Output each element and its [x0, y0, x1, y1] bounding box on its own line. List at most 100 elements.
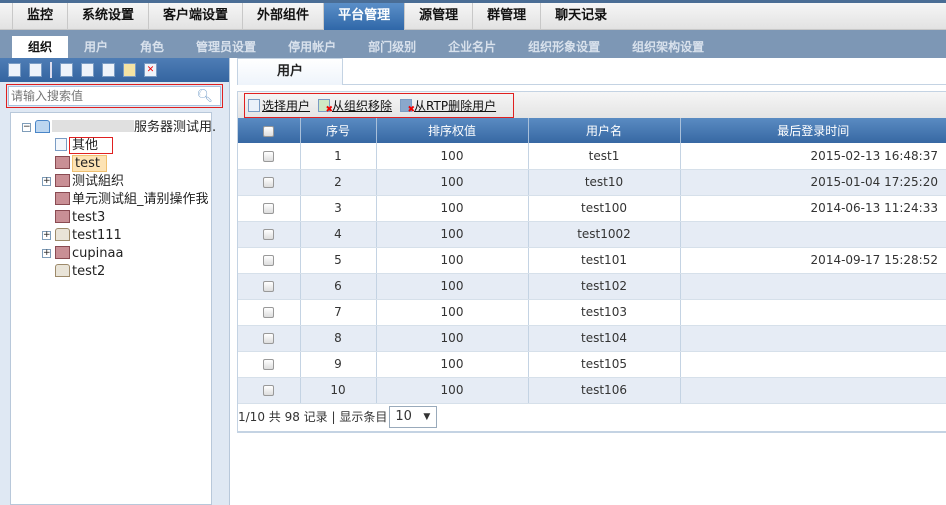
sub-nav-item[interactable]: 角色 [124, 36, 180, 58]
tree-node[interactable]: − 服务器测试用. [11, 119, 216, 137]
row-select-cell [238, 377, 301, 404]
tree-node[interactable]: + 测试組织 [11, 173, 211, 191]
row-index: 1 [300, 143, 377, 170]
expand-icon[interactable]: + [42, 249, 51, 258]
sub-nav: 组织 用户 角色 管理员设置 停用帐户 部门级别 企业名片 组织形象设置 组织架构设置 [0, 30, 946, 58]
remove-from-org-label: 从组织移除 [332, 99, 393, 113]
expand-icon[interactable]: + [42, 231, 51, 240]
tree-node[interactable]: test [11, 155, 211, 173]
tree-node[interactable]: test3 [11, 209, 211, 227]
row-select-cell [238, 169, 301, 196]
select-icon[interactable] [60, 63, 73, 77]
sub-nav-item[interactable]: 企业名片 [432, 36, 512, 58]
select-all-header [238, 118, 301, 143]
sub-nav-item[interactable]: 组织形象设置 [512, 36, 616, 58]
row-index: 2 [300, 169, 377, 196]
collapse-all-icon[interactable] [29, 63, 42, 77]
select-all-checkbox[interactable] [263, 125, 275, 137]
column-header[interactable]: 最后登录时间 [680, 118, 946, 143]
user-panel: 用户 选择用户 ✖ 从组织移除 ✖ 从RTP删除用户 序号 排序权值 用户名 最后登… [237, 58, 946, 433]
row-index: 4 [300, 221, 377, 248]
row-index: 9 [300, 351, 377, 378]
home-icon [55, 264, 70, 277]
last-login-time [680, 377, 946, 404]
tree-node[interactable]: + cupinaa [11, 245, 211, 263]
table-row[interactable]: 8 100 test104 [238, 325, 946, 352]
top-nav-item[interactable]: 监控 [12, 3, 67, 30]
row-index: 5 [300, 247, 377, 274]
row-index: 10 [300, 377, 377, 404]
table-row[interactable]: 10 100 test106 [238, 377, 946, 404]
page-size-select[interactable]: 10 ▼ [389, 406, 438, 428]
expand-icon[interactable]: + [42, 177, 51, 186]
delete-from-rtp-button[interactable]: ✖ 从RTP删除用户 [400, 97, 496, 115]
table-row[interactable]: 2 100 test10 2015-01-04 17:25:20 [238, 169, 946, 196]
row-checkbox[interactable] [263, 281, 275, 292]
sub-nav-item[interactable]: 部门级别 [352, 36, 432, 58]
last-login-time [680, 299, 946, 326]
sort-weight: 100 [376, 273, 529, 300]
group-icon [55, 210, 70, 223]
sub-nav-item[interactable]: 组织架构设置 [616, 36, 720, 58]
row-select-cell [238, 143, 301, 170]
top-nav: 监控 系统设置 客户端设置 外部组件 平台管理 源管理 群管理 聊天记录 [0, 0, 946, 30]
row-checkbox[interactable] [263, 255, 275, 266]
pager: 1/10 共 98 记录 | 显示条目 10 ▼ [238, 404, 946, 432]
collapse-icon[interactable]: − [22, 123, 31, 132]
tree-node-label: 单元测试組_请别操作我 [72, 192, 209, 207]
column-header[interactable]: 用户名 [528, 118, 681, 143]
row-checkbox[interactable] [263, 333, 275, 344]
sub-nav-item[interactable]: 用户 [68, 36, 124, 58]
username: test106 [528, 377, 681, 404]
column-header[interactable]: 排序权值 [376, 118, 529, 143]
row-checkbox[interactable] [263, 385, 275, 396]
tree-node[interactable]: 其他 [11, 137, 211, 155]
sub-nav-item[interactable]: 停用帐户 [272, 36, 352, 58]
grid-toolbar: 选择用户 ✖ 从组织移除 ✖ 从RTP删除用户 [244, 93, 514, 118]
home-icon [55, 228, 70, 241]
table-row[interactable]: 3 100 test100 2014-06-13 11:24:33 [238, 195, 946, 222]
row-checkbox[interactable] [263, 203, 275, 214]
expand-all-icon[interactable] [8, 63, 21, 77]
table-row[interactable]: 7 100 test103 [238, 299, 946, 326]
tab-users[interactable]: 用户 [237, 58, 343, 85]
top-nav-item[interactable]: 客户端设置 [148, 3, 242, 30]
row-checkbox[interactable] [263, 359, 275, 370]
top-nav-item[interactable]: 群管理 [472, 3, 540, 30]
sort-weight: 100 [376, 299, 529, 326]
top-nav-item[interactable]: 平台管理 [323, 3, 405, 30]
tree-node-label: 其他 [69, 137, 114, 154]
search-input[interactable] [8, 86, 221, 106]
sort-weight: 100 [376, 143, 529, 170]
row-checkbox[interactable] [263, 229, 275, 240]
sort-weight: 100 [376, 377, 529, 404]
tree-node[interactable]: 单元测试組_请别操作我 [11, 191, 211, 209]
edit-icon[interactable] [123, 63, 136, 77]
tree-node[interactable]: test2 [11, 263, 211, 281]
row-checkbox[interactable] [263, 177, 275, 188]
top-nav-item[interactable]: 系统设置 [67, 3, 148, 30]
last-login-time: 2015-02-13 16:48:37 [680, 143, 946, 170]
top-nav-item[interactable]: 外部组件 [242, 3, 323, 30]
column-header[interactable]: 序号 [300, 118, 377, 143]
table-row[interactable]: 5 100 test101 2014-09-17 15:28:52 [238, 247, 946, 274]
remove-from-org-button[interactable]: ✖ 从组织移除 [318, 97, 393, 115]
sub-nav-item[interactable]: 管理员设置 [180, 36, 272, 58]
username: test1 [528, 143, 681, 170]
row-checkbox[interactable] [263, 307, 275, 318]
table-row[interactable]: 9 100 test105 [238, 351, 946, 378]
add-org-icon[interactable] [102, 63, 115, 77]
delete-icon[interactable]: ✕ [144, 63, 157, 77]
group-icon [55, 192, 70, 205]
top-nav-item[interactable]: 聊天记录 [540, 3, 621, 30]
sub-nav-item[interactable]: 组织 [12, 36, 69, 58]
table-row[interactable]: 4 100 test1002 [238, 221, 946, 248]
table-row[interactable]: 1 100 test1 2015-02-13 16:48:37 [238, 143, 946, 170]
add-child-icon[interactable] [81, 63, 94, 77]
search-icon[interactable]: 🔍︎ [196, 89, 213, 104]
tree-node[interactable]: + test111 [11, 227, 211, 245]
row-checkbox[interactable] [263, 150, 275, 162]
table-row[interactable]: 6 100 test102 [238, 273, 946, 300]
top-nav-item[interactable]: 源管理 [404, 3, 472, 30]
select-user-button[interactable]: 选择用户 [248, 97, 310, 114]
